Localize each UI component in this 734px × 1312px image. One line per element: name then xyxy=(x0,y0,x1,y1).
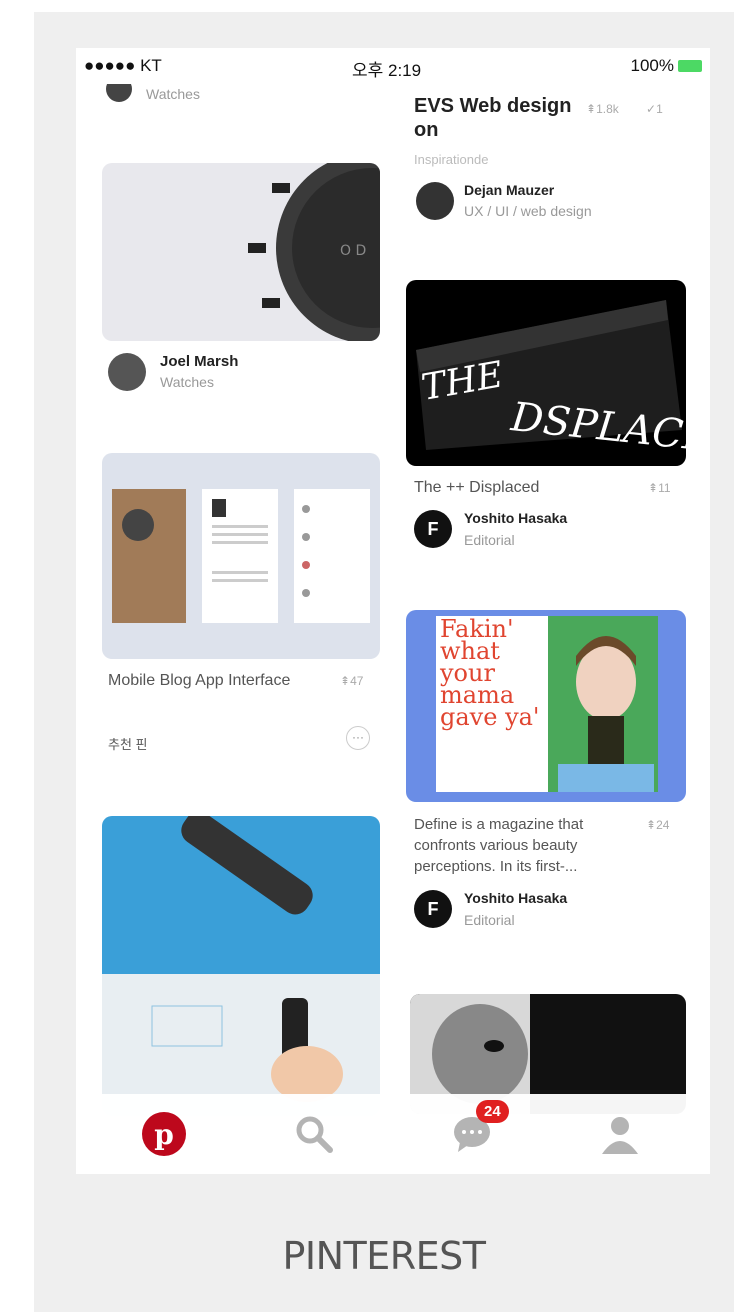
profile-icon xyxy=(602,1117,638,1154)
status-bar: ●●●●● KT 오후 2:19 100% xyxy=(76,48,710,84)
pin-icon: ⇞ xyxy=(648,481,659,495)
pin-save-count-value: 47 xyxy=(350,674,364,688)
pin-save-count: ⇞47 xyxy=(340,674,363,688)
pin-title[interactable]: Define is a magazine that confronts vari… xyxy=(414,814,638,877)
svg-text:p: p xyxy=(154,1118,174,1151)
pin-note: 추천 핀 xyxy=(108,737,148,752)
phone-screen: ●●●●● KT 오후 2:19 100% Watches O D Joel M… xyxy=(76,48,710,1174)
mobile-mockups-image xyxy=(112,489,370,623)
screenshot-caption: PINTEREST xyxy=(282,1234,486,1278)
tab-messages[interactable]: 24 xyxy=(448,1100,509,1158)
magazine-text: gave ya' xyxy=(440,703,540,731)
pin-image-mobile-blog[interactable] xyxy=(102,453,380,659)
tab-profile[interactable] xyxy=(596,1110,644,1158)
avatar[interactable]: F xyxy=(414,890,452,928)
search-icon xyxy=(296,1116,333,1153)
pin-board[interactable]: Editorial xyxy=(464,532,515,548)
avatar[interactable]: F xyxy=(414,510,452,548)
portrait-image xyxy=(558,636,654,792)
pin-icon: ⇞ xyxy=(586,102,597,116)
pin-board[interactable]: Watches xyxy=(160,374,214,390)
pin-author[interactable]: Yoshito Hasaka xyxy=(464,510,567,526)
pin-save-count-value: 11 xyxy=(658,481,671,495)
tab-search[interactable] xyxy=(290,1110,338,1158)
pin-image-device[interactable] xyxy=(102,816,380,1116)
carrier-label: ●●●●● KT xyxy=(84,56,162,75)
pin-save-count: ⇞24 xyxy=(646,818,669,832)
tab-bar: p 24 xyxy=(76,1094,710,1174)
pinterest-icon: p xyxy=(142,1112,186,1156)
pin-author[interactable]: Joel Marsh xyxy=(160,353,238,370)
pin-save-count-value: 24 xyxy=(656,818,670,832)
pin-save-count-value: 1.8k xyxy=(596,102,619,116)
battery-percent: 100% xyxy=(630,56,674,75)
check-icon: ✓ xyxy=(646,102,657,116)
pin-icon: ⇞ xyxy=(340,674,351,688)
pin-check-count: ✓1 xyxy=(646,102,663,116)
magazine-image: THE DSPLACED xyxy=(416,300,686,464)
pin-board[interactable]: Editorial xyxy=(464,912,515,928)
more-icon[interactable]: ··· xyxy=(346,726,370,750)
pin-board[interactable]: UX / UI / web design xyxy=(464,203,592,219)
pin-image-define-magazine[interactable]: Fakin' what your mama gave ya' xyxy=(406,610,686,802)
pin-image-displaced[interactable]: THE DSPLACED xyxy=(406,280,686,466)
magazine-page-right xyxy=(548,616,658,792)
messages-badge: 24 xyxy=(476,1100,509,1123)
pin-title[interactable]: EVS Web design on xyxy=(414,94,584,142)
device-image xyxy=(102,816,380,1102)
board-name: Watches xyxy=(146,86,200,102)
pin-title[interactable]: Mobile Blog App Interface xyxy=(108,670,328,692)
pin-save-count: ⇞11 xyxy=(648,481,671,495)
pin-icon: ⇞ xyxy=(646,818,657,832)
pin-source[interactable]: Inspirationde xyxy=(414,152,488,167)
avatar[interactable] xyxy=(416,182,454,220)
svg-text:O D: O D xyxy=(340,243,366,259)
magazine-page-left: Fakin' what your mama gave ya' xyxy=(436,616,548,792)
pin-check-count-value: 1 xyxy=(656,102,663,116)
battery-icon xyxy=(678,60,702,72)
watch-image: O D xyxy=(248,163,380,341)
pin-save-count: ⇞1.8k xyxy=(586,102,619,116)
pin-author[interactable]: Dejan Mauzer xyxy=(464,182,554,198)
avatar[interactable] xyxy=(108,353,146,391)
pin-image-watch[interactable]: O D xyxy=(102,163,380,341)
clock: 오후 2:19 xyxy=(352,61,422,80)
pin-title[interactable]: The ++ Displaced xyxy=(414,477,539,499)
tab-home[interactable]: p xyxy=(140,1110,188,1158)
pin-author[interactable]: Yoshito Hasaka xyxy=(464,890,567,906)
